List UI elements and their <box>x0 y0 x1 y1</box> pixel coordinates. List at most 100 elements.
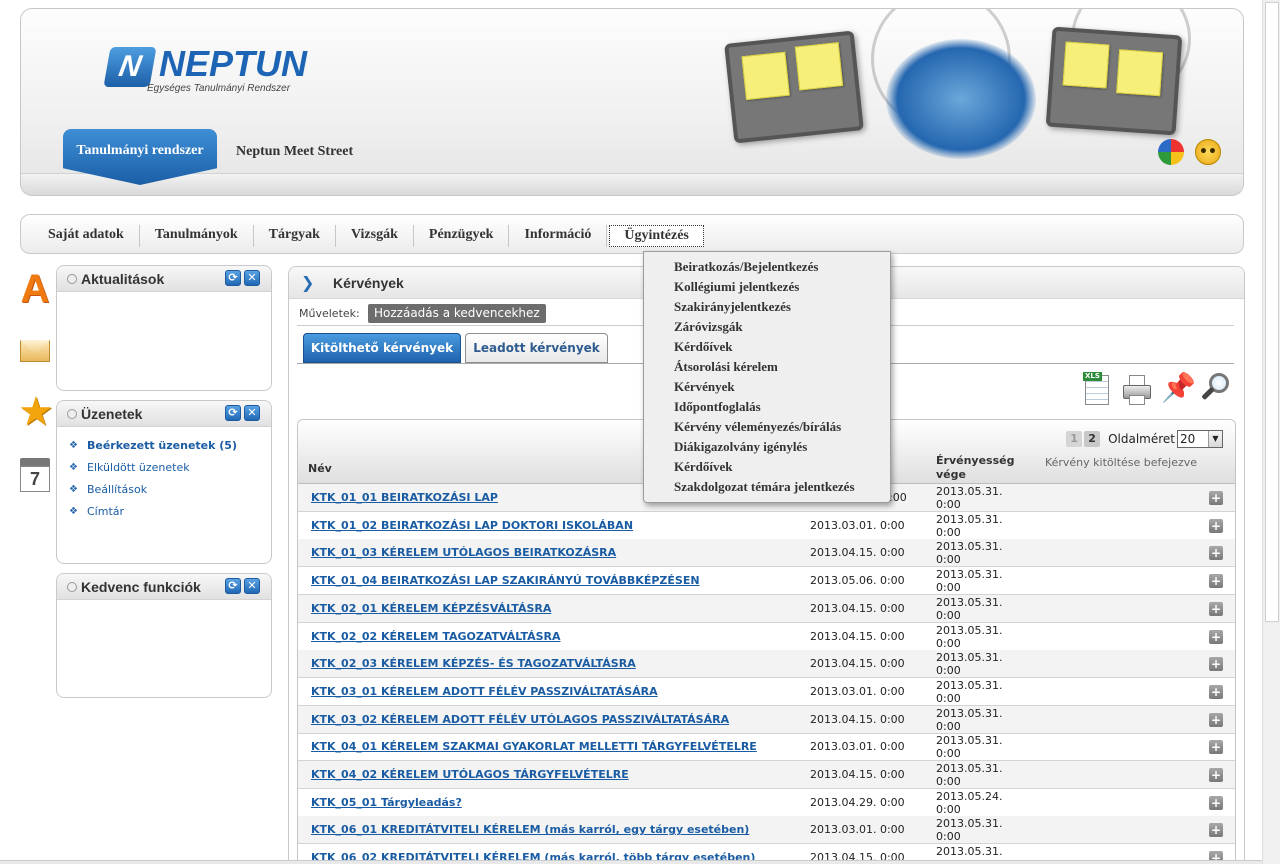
logo-subtitle: Egységes Tanulmányi Rendszer <box>147 83 291 94</box>
dropdown-item[interactable]: Kérvény véleményezés/bírálás <box>644 417 890 437</box>
request-link[interactable]: KTK_04_01 KÉRELEM SZAKMAI GYAKORLAT MELL… <box>311 740 757 754</box>
refresh-icon[interactable]: ⟳ <box>225 405 241 421</box>
message-link-settings[interactable]: ❖ Beállítások <box>67 479 271 501</box>
column-header-completed: Kérvény kitöltése befejezve <box>1044 456 1198 469</box>
column-header-name[interactable]: Név <box>308 462 332 476</box>
expand-icon[interactable]: + <box>1209 657 1223 672</box>
panel-header: Kedvenc funkciók ⟳ ✕ <box>57 574 271 600</box>
page-link-current[interactable]: 2 <box>1084 431 1101 447</box>
request-link[interactable]: KTK_03_02 KÉRELEM ADOTT FÉLÉV UTÓLAGOS P… <box>311 713 729 727</box>
tab-kitoltheto[interactable]: Kitölthető kérvények <box>303 333 461 363</box>
table-row[interactable]: KTK_06_01 KREDITÁTVITELI KÉRELEM (más ka… <box>298 816 1235 845</box>
request-link[interactable]: KTK_02_03 KÉRELEM KÉPZÉS- ÉS TAGOZATVÁLT… <box>311 657 636 671</box>
request-link[interactable]: KTK_06_01 KREDITÁTVITELI KÉRELEM (más ka… <box>311 823 749 837</box>
menu-vizsgak[interactable]: Vizsgák <box>336 225 414 247</box>
tab-leadott[interactable]: Leadott kérvények <box>465 333 608 363</box>
request-link[interactable]: KTK_01_02 BEIRATKOZÁSI LAP DOKTORI ISKOL… <box>311 519 633 533</box>
tab-meet-street[interactable]: Neptun Meet Street <box>236 143 353 161</box>
table-row[interactable]: KTK_05_01 Tárgyleadás? 2013.04.29. 0:00 20… <box>298 789 1235 817</box>
menu-penzugyek[interactable]: Pénzügyek <box>414 225 510 247</box>
refresh-icon[interactable]: ⟳ <box>225 578 241 594</box>
table-row[interactable]: KTK_03_02 KÉRELEM ADOTT FÉLÉV UTÓLAGOS P… <box>298 705 1235 734</box>
expand-icon[interactable]: + <box>1209 491 1223 505</box>
calendar-icon[interactable]: 7 <box>18 456 52 494</box>
page-size-select[interactable]: 20 ▼ <box>1177 430 1223 448</box>
start-date: 2013.04.15. 0:00 <box>810 712 905 726</box>
mail-icon[interactable] <box>18 332 52 370</box>
menu-tanulmanyok[interactable]: Tanulmányok <box>140 225 254 247</box>
accessibility-icon[interactable]: •• <box>1195 139 1221 165</box>
column-header-valid-until[interactable]: Érvényesség vége <box>936 454 1026 482</box>
expand-icon[interactable]: + <box>1209 768 1223 782</box>
menu-informacio[interactable]: Információ <box>509 225 608 247</box>
dropdown-item[interactable]: Diákigazolvány igénylés <box>644 437 890 457</box>
message-link-inbox[interactable]: ❖ Beérkezett üzenetek (5) <box>67 435 271 457</box>
table-row[interactable]: KTK_01_02 BEIRATKOZÁSI LAP DOKTORI ISKOL… <box>298 512 1235 540</box>
dropdown-item[interactable]: Kérvények <box>644 377 890 397</box>
pin-icon[interactable]: 📌 <box>1161 371 1196 407</box>
dropdown-item[interactable]: Kollégiumi jelentkezés <box>644 277 890 297</box>
dropdown-item[interactable]: Szakirányjelentkezés <box>644 297 890 317</box>
expand-icon[interactable]: + <box>1209 629 1223 644</box>
xls-export-icon[interactable]: XLS <box>1081 371 1113 407</box>
font-size-icon[interactable]: A <box>18 269 52 309</box>
request-link[interactable]: KTK_03_01 KÉRELEM ADOTT FÉLÉV PASSZIVÁLT… <box>311 685 658 699</box>
valid-until-date: 2013.05.31. 0:00 <box>936 678 1003 705</box>
expand-icon[interactable]: + <box>1209 823 1223 838</box>
table-row[interactable]: KTK_04_01 KÉRELEM SZAKMAI GYAKORLAT MELL… <box>298 733 1235 762</box>
vertical-scrollbar[interactable] <box>1262 0 1280 864</box>
dropdown-item[interactable]: Szakdolgozat témára jelentkezés <box>644 477 890 497</box>
add-favorite-button[interactable]: Hozzáadás a kedvencekhez <box>368 304 546 323</box>
request-link[interactable]: KTK_01_03 KÉRELEM UTÓLAGOS BEIRATKOZÁSRA <box>311 546 616 560</box>
menu-targyak[interactable]: Tárgyak <box>254 225 336 247</box>
request-link[interactable]: KTK_02_01 KÉRELEM KÉPZÉSVÁLTÁSRA <box>311 602 551 616</box>
star-icon[interactable]: ★ <box>18 392 54 432</box>
print-icon[interactable] <box>1121 371 1153 407</box>
message-link-directory[interactable]: ❖ Címtár <box>67 501 271 523</box>
zoom-icon[interactable] <box>1199 371 1231 407</box>
menu-ugyintezes[interactable]: Ügyintézés <box>609 225 704 247</box>
valid-until-date: 2013.05.31. 0:00 <box>936 595 1003 622</box>
request-link[interactable]: KTK_05_01 Tárgyleadás? <box>311 796 462 810</box>
message-link-sent[interactable]: ❖ Elküldött üzenetek <box>67 457 271 479</box>
expand-icon[interactable]: + <box>1209 712 1223 727</box>
operations-label: Műveletek: <box>299 307 360 320</box>
color-theme-icon[interactable] <box>1158 139 1184 165</box>
close-icon[interactable]: ✕ <box>244 270 260 286</box>
dropdown-item[interactable]: Átsorolási kérelem <box>644 357 890 377</box>
expand-icon[interactable]: + <box>1209 795 1223 810</box>
table-row[interactable]: KTK_01_03 KÉRELEM UTÓLAGOS BEIRATKOZÁSRA… <box>298 539 1235 568</box>
dropdown-item[interactable]: Időpontfoglalás <box>644 397 890 417</box>
request-link[interactable]: KTK_01_01 BEIRATKOZÁSI LAP <box>311 491 498 505</box>
expand-icon[interactable]: + <box>1209 684 1223 699</box>
menu-sajat-adatok[interactable]: Saját adatok <box>33 225 140 247</box>
close-icon[interactable]: ✕ <box>244 405 260 421</box>
expand-icon[interactable]: + <box>1209 574 1223 589</box>
close-icon[interactable]: ✕ <box>244 578 260 594</box>
panel-uzenetek: Üzenetek ⟳ ✕ ❖ Beérkezett üzenetek (5) ❖ E… <box>56 400 272 564</box>
expand-icon[interactable]: + <box>1209 740 1223 755</box>
valid-until-date: 2013.05.31. 0:00 <box>936 485 1003 511</box>
valid-until-date: 2013.05.31. 0:00 <box>936 762 1003 788</box>
page-link[interactable]: 1 <box>1066 431 1083 447</box>
dropdown-item[interactable]: Záróvizsgák <box>644 317 890 337</box>
refresh-icon[interactable]: ⟳ <box>225 270 241 286</box>
request-link[interactable]: KTK_01_04 BEIRATKOZÁSI LAP SZAKIRÁNYÚ TO… <box>311 574 700 588</box>
start-date: 2013.04.15. 0:00 <box>810 546 905 560</box>
table-row[interactable]: KTK_02_02 KÉRELEM TAGOZATVÁLTÁSRA 2013.04… <box>298 623 1235 651</box>
dropdown-item[interactable]: Beiratkozás/Bejelentkezés <box>644 257 890 277</box>
request-link[interactable]: KTK_02_02 KÉRELEM TAGOZATVÁLTÁSRA <box>311 630 561 644</box>
table-row[interactable]: KTK_03_01 KÉRELEM ADOTT FÉLÉV PASSZIVÁLT… <box>298 678 1235 706</box>
neptun-logo[interactable]: N NEPTUN Egységes Tanulmányi Rendszer <box>103 43 307 99</box>
scrollbar-thumb[interactable] <box>1265 2 1279 622</box>
expand-icon[interactable]: + <box>1209 546 1223 561</box>
expand-icon[interactable]: + <box>1209 518 1223 533</box>
table-row[interactable]: KTK_02_03 KÉRELEM KÉPZÉS- ÉS TAGOZATVÁLT… <box>298 650 1235 679</box>
request-link[interactable]: KTK_04_02 KÉRELEM UTÓLAGOS TÁRGYFELVÉTEL… <box>311 768 629 782</box>
expand-icon[interactable]: + <box>1209 601 1223 616</box>
table-row[interactable]: KTK_04_02 KÉRELEM UTÓLAGOS TÁRGYFELVÉTEL… <box>298 761 1235 789</box>
table-row[interactable]: KTK_02_01 KÉRELEM KÉPZÉSVÁLTÁSRA 2013.04.… <box>298 594 1235 623</box>
table-row[interactable]: KTK_01_04 BEIRATKOZÁSI LAP SZAKIRÁNYÚ TO… <box>298 567 1235 596</box>
dropdown-item[interactable]: Kérdőívek <box>644 337 890 357</box>
dropdown-item[interactable]: Kérdőívek <box>644 457 890 477</box>
